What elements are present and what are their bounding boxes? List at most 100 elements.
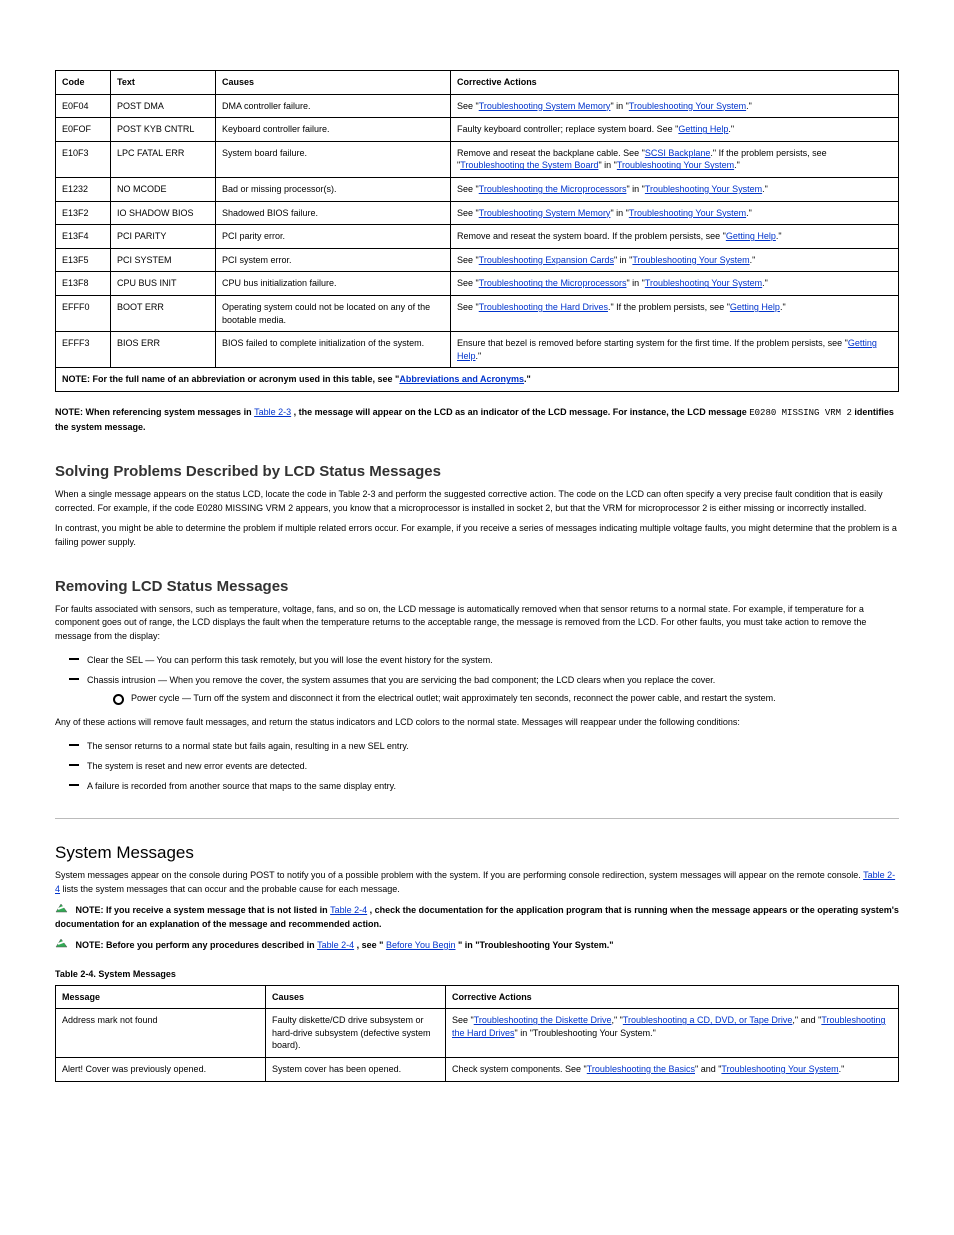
cell-actions: Check system components. See "Troublesho… <box>446 1057 899 1081</box>
action-link[interactable]: Troubleshooting the Diskette Drive <box>474 1015 612 1025</box>
bullet-clear-sel: Clear the SEL — You can perform this tas… <box>69 654 899 668</box>
col-header-code: Code <box>56 71 111 95</box>
table-row: EFFF0BOOT ERROperating system could not … <box>56 295 899 331</box>
table-row: E13F8CPU BUS INITCPU bus initialization … <box>56 272 899 296</box>
col-header-text: Text <box>111 71 216 95</box>
table1-footer: NOTE: For the full name of an abbreviati… <box>56 368 899 392</box>
sub-power-cycle: Power cycle — Turn off the system and di… <box>113 692 899 706</box>
cell-code: E1232 <box>56 177 111 201</box>
table-row: E13F5PCI SYSTEMPCI system error.See "Tro… <box>56 248 899 272</box>
cell-actions: See "Troubleshooting the Diskette Drive,… <box>446 1009 899 1058</box>
action-link[interactable]: Troubleshooting System Memory <box>479 101 611 111</box>
cell-causes: Bad or missing processor(s). <box>216 177 451 201</box>
solving-title: Solving Problems Described by LCD Status… <box>55 463 899 480</box>
cell-causes: CPU bus initialization failure. <box>216 272 451 296</box>
cell-causes: Operating system could not be located on… <box>216 295 451 331</box>
cell-text: CPU BUS INIT <box>111 272 216 296</box>
table-row: E10F3LPC FATAL ERRSystem board failure.R… <box>56 141 899 177</box>
table-row: E13F4PCI PARITYPCI parity error.Remove a… <box>56 225 899 249</box>
cell-text: IO SHADOW BIOS <box>111 201 216 225</box>
table-row: EFFF3BIOS ERRBIOS failed to complete ini… <box>56 332 899 368</box>
cell-actions: See "Troubleshooting Expansion Cards" in… <box>451 248 899 272</box>
cell-code: EFFF3 <box>56 332 111 368</box>
cell-causes: System board failure. <box>216 141 451 177</box>
removing-bullets: Clear the SEL — You can perform this tas… <box>69 654 899 706</box>
cell-code: E10F3 <box>56 141 111 177</box>
note-icon <box>55 903 69 913</box>
cell-actions: See "Troubleshooting the Microprocessors… <box>451 272 899 296</box>
removing-title: Removing LCD Status Messages <box>55 578 899 595</box>
cell-causes: System cover has been opened. <box>266 1057 446 1081</box>
cell-code: E0F04 <box>56 94 111 118</box>
table-row: Alert! Cover was previously opened.Syste… <box>56 1057 899 1081</box>
action-link[interactable]: Troubleshooting the Hard Drives <box>479 302 608 312</box>
cell-text: PCI SYSTEM <box>111 248 216 272</box>
cell-message: Alert! Cover was previously opened. <box>56 1057 266 1081</box>
cell-code: E0FOF <box>56 118 111 142</box>
col-header-causes2: Causes <box>266 985 446 1009</box>
cell-causes: BIOS failed to complete initialization o… <box>216 332 451 368</box>
table-2-3-link[interactable]: Table 2-3 <box>254 407 291 417</box>
bullet-reappear-2: The system is reset and new error events… <box>69 760 899 774</box>
abbrev-link[interactable]: Abbreviations and Acronyms <box>399 374 524 384</box>
action-link[interactable]: Troubleshooting Your System <box>632 255 749 265</box>
cell-actions: Ensure that bezel is removed before star… <box>451 332 899 368</box>
table-row: E1232NO MCODEBad or missing processor(s)… <box>56 177 899 201</box>
cell-actions: Remove and reseat the system board. If t… <box>451 225 899 249</box>
cell-code: E13F5 <box>56 248 111 272</box>
cell-code: EFFF0 <box>56 295 111 331</box>
cell-text: PCI PARITY <box>111 225 216 249</box>
table-row: Address mark not foundFaulty diskette/CD… <box>56 1009 899 1058</box>
action-link[interactable]: Getting Help <box>730 302 780 312</box>
table-2-4-caption: Table 2-4. System Messages <box>55 969 899 979</box>
system-messages-intro: System messages appear on the console du… <box>55 869 899 897</box>
action-link[interactable]: Troubleshooting System Memory <box>479 208 611 218</box>
cell-text: BIOS ERR <box>111 332 216 368</box>
cell-actions: See "Troubleshooting System Memory" in "… <box>451 94 899 118</box>
action-link[interactable]: Troubleshooting Your System <box>645 184 762 194</box>
action-link[interactable]: Troubleshooting the Microprocessors <box>479 184 627 194</box>
table-row: E0F04POST DMADMA controller failure.See … <box>56 94 899 118</box>
action-link[interactable]: Troubleshooting Your System <box>645 278 762 288</box>
cell-causes: PCI system error. <box>216 248 451 272</box>
col-header-actions: Corrective Actions <box>451 71 899 95</box>
system-messages-heading: System Messages <box>55 843 899 863</box>
action-link[interactable]: Troubleshooting Your System <box>629 208 746 218</box>
solving-para2: In contrast, you might be able to determ… <box>55 522 899 550</box>
action-link[interactable]: SCSI Backplane <box>645 148 711 158</box>
action-link[interactable]: Troubleshooting the Basics <box>587 1064 695 1074</box>
bullet-reappear-1: The sensor returns to a normal state but… <box>69 740 899 754</box>
lcd-messages-table: Code Text Causes Corrective Actions E0F0… <box>55 70 899 392</box>
cell-message: Address mark not found <box>56 1009 266 1058</box>
bullet-reappear-3: A failure is recorded from another sourc… <box>69 780 899 794</box>
action-link[interactable]: Getting Help <box>726 231 776 241</box>
action-link[interactable]: Troubleshooting Your System <box>617 160 734 170</box>
action-link[interactable]: Troubleshooting the Microprocessors <box>479 278 627 288</box>
solving-para1: When a single message appears on the sta… <box>55 488 899 516</box>
table-2-4-link-3[interactable]: Table 2-4 <box>317 940 354 950</box>
cell-code: E13F4 <box>56 225 111 249</box>
cell-causes: Keyboard controller failure. <box>216 118 451 142</box>
cell-actions: See "Troubleshooting System Memory" in "… <box>451 201 899 225</box>
action-link[interactable]: Troubleshooting a CD, DVD, or Tape Drive <box>623 1015 793 1025</box>
cell-code: E13F2 <box>56 201 111 225</box>
cell-actions: See "Troubleshooting the Hard Drives." I… <box>451 295 899 331</box>
note-before-begin: NOTE: Before you perform any procedures … <box>55 938 899 953</box>
action-link[interactable]: Troubleshooting Your System <box>629 101 746 111</box>
table-row: E0FOFPOST KYB CNTRLKeyboard controller f… <box>56 118 899 142</box>
cell-text: POST KYB CNTRL <box>111 118 216 142</box>
cell-actions: Remove and reseat the backplane cable. S… <box>451 141 899 177</box>
cell-code: E13F8 <box>56 272 111 296</box>
action-link[interactable]: Troubleshooting the System Board <box>460 160 598 170</box>
cell-causes: DMA controller failure. <box>216 94 451 118</box>
system-messages-table: Message Causes Corrective Actions Addres… <box>55 985 899 1082</box>
action-link[interactable]: Troubleshooting Your System <box>721 1064 838 1074</box>
action-link[interactable]: Getting Help <box>678 124 728 134</box>
table-2-4-link-2[interactable]: Table 2-4 <box>330 905 367 915</box>
table-row: E13F2IO SHADOW BIOSShadowed BIOS failure… <box>56 201 899 225</box>
section-rule <box>55 818 899 819</box>
action-link[interactable]: Troubleshooting Expansion Cards <box>479 255 614 265</box>
before-you-begin-link[interactable]: Before You Begin <box>386 940 456 950</box>
cell-text: LPC FATAL ERR <box>111 141 216 177</box>
note-icon <box>55 938 69 948</box>
